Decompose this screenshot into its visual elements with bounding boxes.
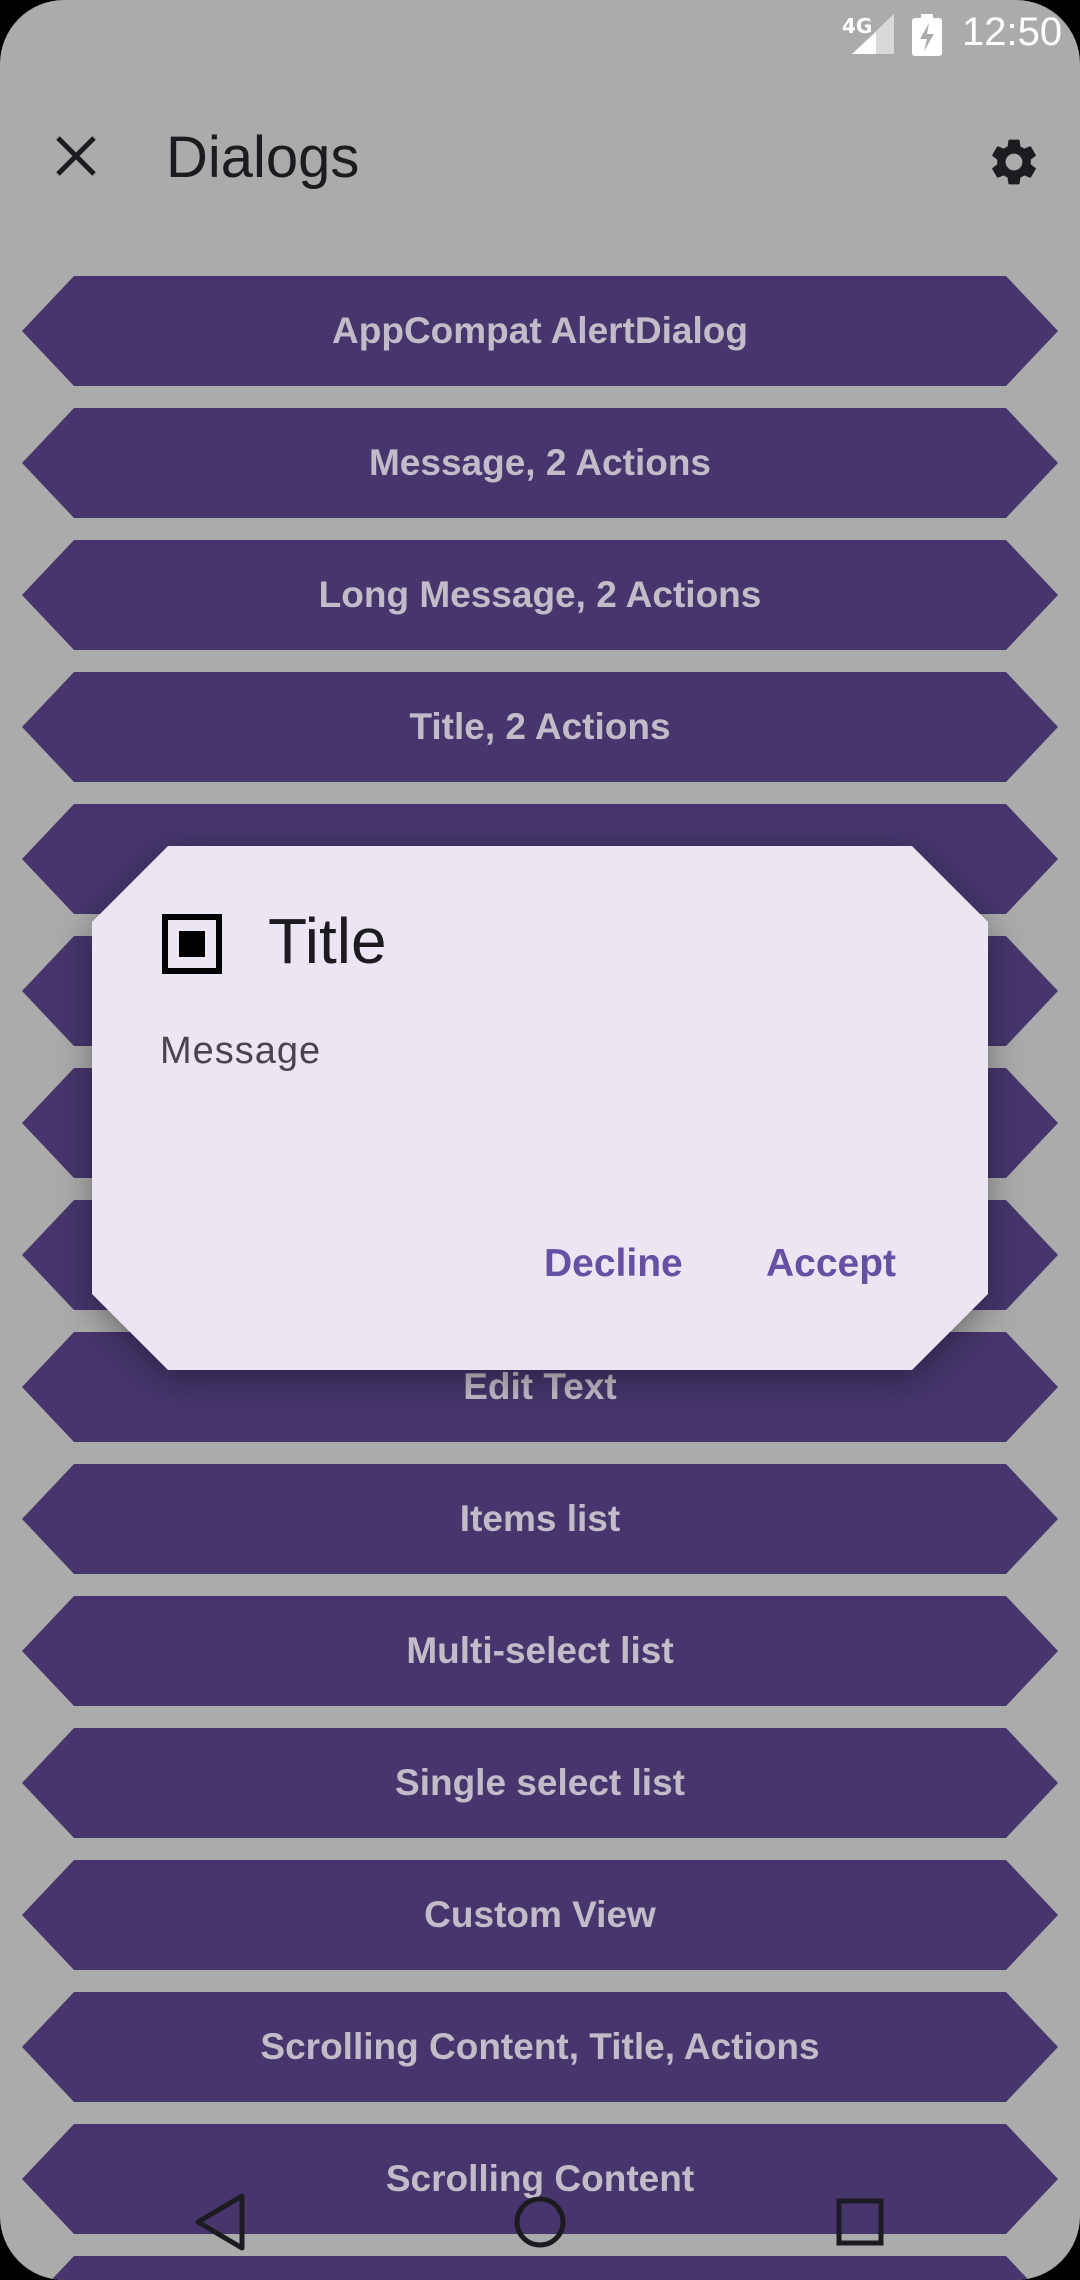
- decline-button[interactable]: Decline: [532, 1224, 695, 1304]
- button-message-2-actions[interactable]: Message, 2 Actions: [22, 408, 1058, 518]
- alert-dialog: Title Message Decline Accept: [92, 846, 988, 1370]
- signal-icon: [852, 14, 894, 54]
- recents-square-icon: [836, 2198, 884, 2246]
- close-icon: [56, 136, 96, 176]
- dialog-message: Message: [160, 1030, 322, 1072]
- button-multi-select-list[interactable]: Multi-select list: [22, 1596, 1058, 1706]
- button-single-select-list[interactable]: Single select list: [22, 1728, 1058, 1838]
- close-button[interactable]: [40, 120, 112, 192]
- dialog-surface: Title Message Decline Accept: [92, 846, 988, 1370]
- accept-button[interactable]: Accept: [754, 1224, 908, 1304]
- back-triangle-icon: [195, 2193, 245, 2251]
- status-time: 12:50: [962, 10, 1063, 54]
- button-custom-view[interactable]: Custom View: [22, 1860, 1058, 1970]
- dialog-title: Title: [268, 905, 387, 977]
- button-title-2-actions[interactable]: Title, 2 Actions: [22, 672, 1058, 782]
- settings-button[interactable]: [976, 124, 1052, 200]
- stop-square-icon: [162, 914, 222, 974]
- button-long-message-2-actions[interactable]: Long Message, 2 Actions: [22, 540, 1058, 650]
- home-circle-icon: [514, 2196, 566, 2248]
- button-items-list[interactable]: Items list: [22, 1464, 1058, 1574]
- app-bar: Dialogs: [0, 80, 1080, 240]
- gear-icon: [992, 139, 1036, 185]
- button-scrolling-content-title-actions[interactable]: Scrolling Content, Title, Actions: [22, 1992, 1058, 2102]
- battery-charging-icon: [912, 14, 942, 56]
- home-button[interactable]: [492, 2174, 588, 2270]
- page-title: Dialogs: [166, 125, 360, 190]
- navigation-bar: [0, 2160, 1080, 2280]
- recents-button[interactable]: [812, 2174, 908, 2270]
- back-button[interactable]: [172, 2174, 268, 2270]
- status-bar: 4G 12:50: [0, 0, 1080, 70]
- button-appcompat-alertdialog[interactable]: AppCompat AlertDialog: [22, 276, 1058, 386]
- screen: 4G 12:50 Dialogs AppCompat AlertDialog M…: [0, 0, 1080, 2280]
